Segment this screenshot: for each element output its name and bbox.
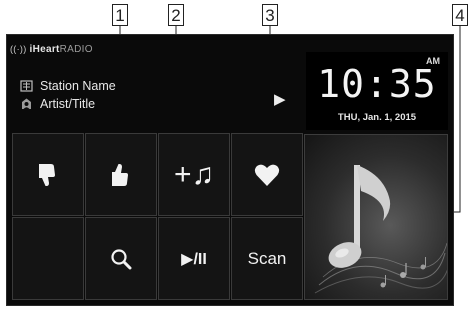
callout-1: 1 (112, 4, 128, 26)
station-icon (20, 79, 33, 92)
clock-panel[interactable]: AM 10:35 THU, Jan. 1, 2015 (306, 52, 448, 130)
radio-wave-icon: ((·)) (10, 44, 27, 54)
clock-time: 10:35 (317, 62, 437, 106)
artist-icon (20, 97, 33, 110)
scan-button[interactable]: Scan (231, 217, 303, 300)
heart-icon (254, 164, 280, 186)
control-button-grid: +♫ ▶/II Scan (12, 133, 304, 301)
station-name: Station Name (40, 79, 116, 93)
favorite-button[interactable] (231, 133, 303, 216)
callout-2: 2 (168, 4, 184, 26)
album-art (304, 134, 448, 300)
blank-button (12, 217, 84, 300)
scan-label: Scan (247, 248, 287, 268)
play-status-indicator: ▶ (274, 91, 286, 108)
clock-date: THU, Jan. 1, 2015 (337, 112, 417, 123)
add-music-icon: +♫ (173, 157, 215, 191)
search-icon (111, 248, 132, 269)
search-button[interactable] (85, 217, 157, 300)
artist-title: Artist/Title (40, 97, 96, 111)
callout-3: 3 (262, 4, 278, 26)
play-pause-button[interactable]: ▶/II (158, 217, 230, 300)
radio-screen: ((·)) iHeartRADIO Station Name Artist/Tit… (6, 34, 454, 306)
play-pause-icon: ▶/II (181, 250, 207, 268)
callout-4: 4 (452, 4, 468, 26)
music-note-artwork (314, 165, 447, 294)
add-song-button[interactable]: +♫ (158, 133, 230, 216)
iheartradio-logo: ((·)) iHeartRADIO (10, 44, 93, 55)
thumb-down-icon (39, 163, 55, 186)
thumb-up-button[interactable] (85, 133, 157, 216)
thumb-up-icon (112, 163, 128, 186)
thumb-down-button[interactable] (12, 133, 84, 216)
